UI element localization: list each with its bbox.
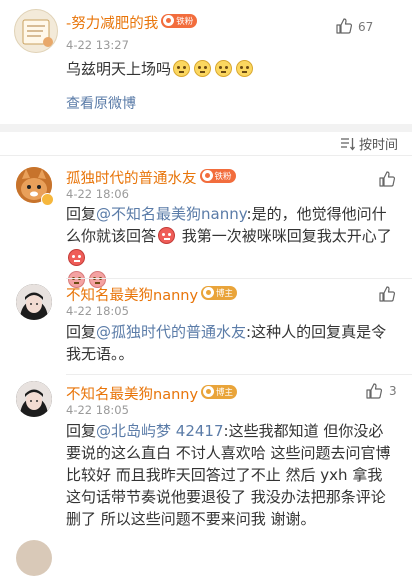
sort-icon [340,137,355,151]
fan-badge-icon [163,15,175,26]
fan-badge-icon [201,170,213,181]
author-badge: 博主 [201,384,238,399]
awkward-emoji-icon [236,60,254,77]
sort-label: 按时间 [358,138,398,153]
comment-text: 回复@北岛屿梦 42417:这些我都知道 但你没必要说的这么直白 不讨人喜欢哈 … [66,420,396,530]
comment-avatar[interactable] [16,381,52,417]
thumb-up-icon [379,286,396,302]
divider [66,374,412,375]
comment-username[interactable]: 不知名最美狗nanny [66,288,198,304]
author-badge-label: 博主 [216,288,234,299]
comment-text-part: 我第一次被咪咪回复我太开心了 [181,227,392,245]
comment-author-row: 孤独时代的普通水友 铁粉 [66,167,236,188]
comment-username[interactable]: 不知名最美狗nanny [66,387,198,403]
section-divider [0,124,412,132]
comment-time: 4-22 18:05 [66,304,129,318]
post-text-content: 乌兹明天上场吗 [66,60,172,78]
fan-badge: 铁粉 [161,13,198,28]
awkward-emoji-icon [215,60,233,77]
mention-link[interactable]: @不知名最美狗nanny [96,205,247,223]
author-badge-label: 博主 [216,387,234,398]
comment-time: 4-22 18:06 [66,187,129,201]
comment-like-button[interactable] [378,285,396,307]
post-author-avatar[interactable] [14,9,58,53]
thumb-up-icon [336,18,353,34]
post-text: 乌兹明天上场吗 [66,58,255,80]
comment-author-row: 不知名最美狗nanny 博主 [66,383,238,404]
divider [66,278,412,279]
thumb-up-icon [366,383,383,399]
comment-author-row: 不知名最美狗nanny 博主 [66,284,238,305]
post-time: 4-22 13:27 [66,38,129,52]
reply-prefix: 回复 [66,205,97,223]
fan-badge: 铁粉 [199,168,236,183]
post-author-row: -努力减肥的我 铁粉 [66,12,198,33]
post-like-count: 67 [358,20,374,34]
reply-prefix: 回复 [66,323,97,341]
avatar-cartoon-icon [22,19,53,47]
fan-badge-label: 铁粉 [176,16,194,27]
fan-badge-label: 铁粉 [214,171,232,182]
awkward-emoji-icon [194,60,212,77]
awkward-emoji-icon [173,60,191,77]
author-badge: 博主 [201,285,238,300]
author-badge-icon [203,386,215,397]
post-like-button[interactable] [335,17,353,39]
mention-link[interactable]: @北岛屿梦 42417 [96,422,224,440]
comment-username[interactable]: 孤独时代的普通水友 [66,171,197,187]
comment-avatar[interactable] [16,540,52,576]
comment-time: 4-22 18:05 [66,403,129,417]
girl-avatar-icon [16,284,52,320]
angry-emoji-icon [158,227,176,244]
comment-avatar[interactable] [16,284,52,320]
verified-icon [41,193,54,206]
comment-text: 回复@孤独时代的普通水友:这种人的回复真是令我无语。。 [66,321,396,365]
girl-avatar-icon [16,381,52,417]
thumb-up-icon [379,171,396,187]
sort-by-time-button[interactable]: 按时间 [340,134,398,153]
mention-link[interactable]: @孤独时代的普通水友 [96,323,246,341]
divider [0,155,412,156]
comment-like-count: 3 [389,384,397,398]
author-badge-icon [203,287,215,298]
angry-emoji-icon [68,249,85,266]
comment-like-button[interactable] [378,170,396,192]
comment-like-button[interactable] [365,382,383,404]
view-original-post-link[interactable]: 查看原微博 [66,93,136,113]
post-username[interactable]: -努力减肥的我 [66,16,158,32]
reply-prefix: 回复 [66,422,97,440]
